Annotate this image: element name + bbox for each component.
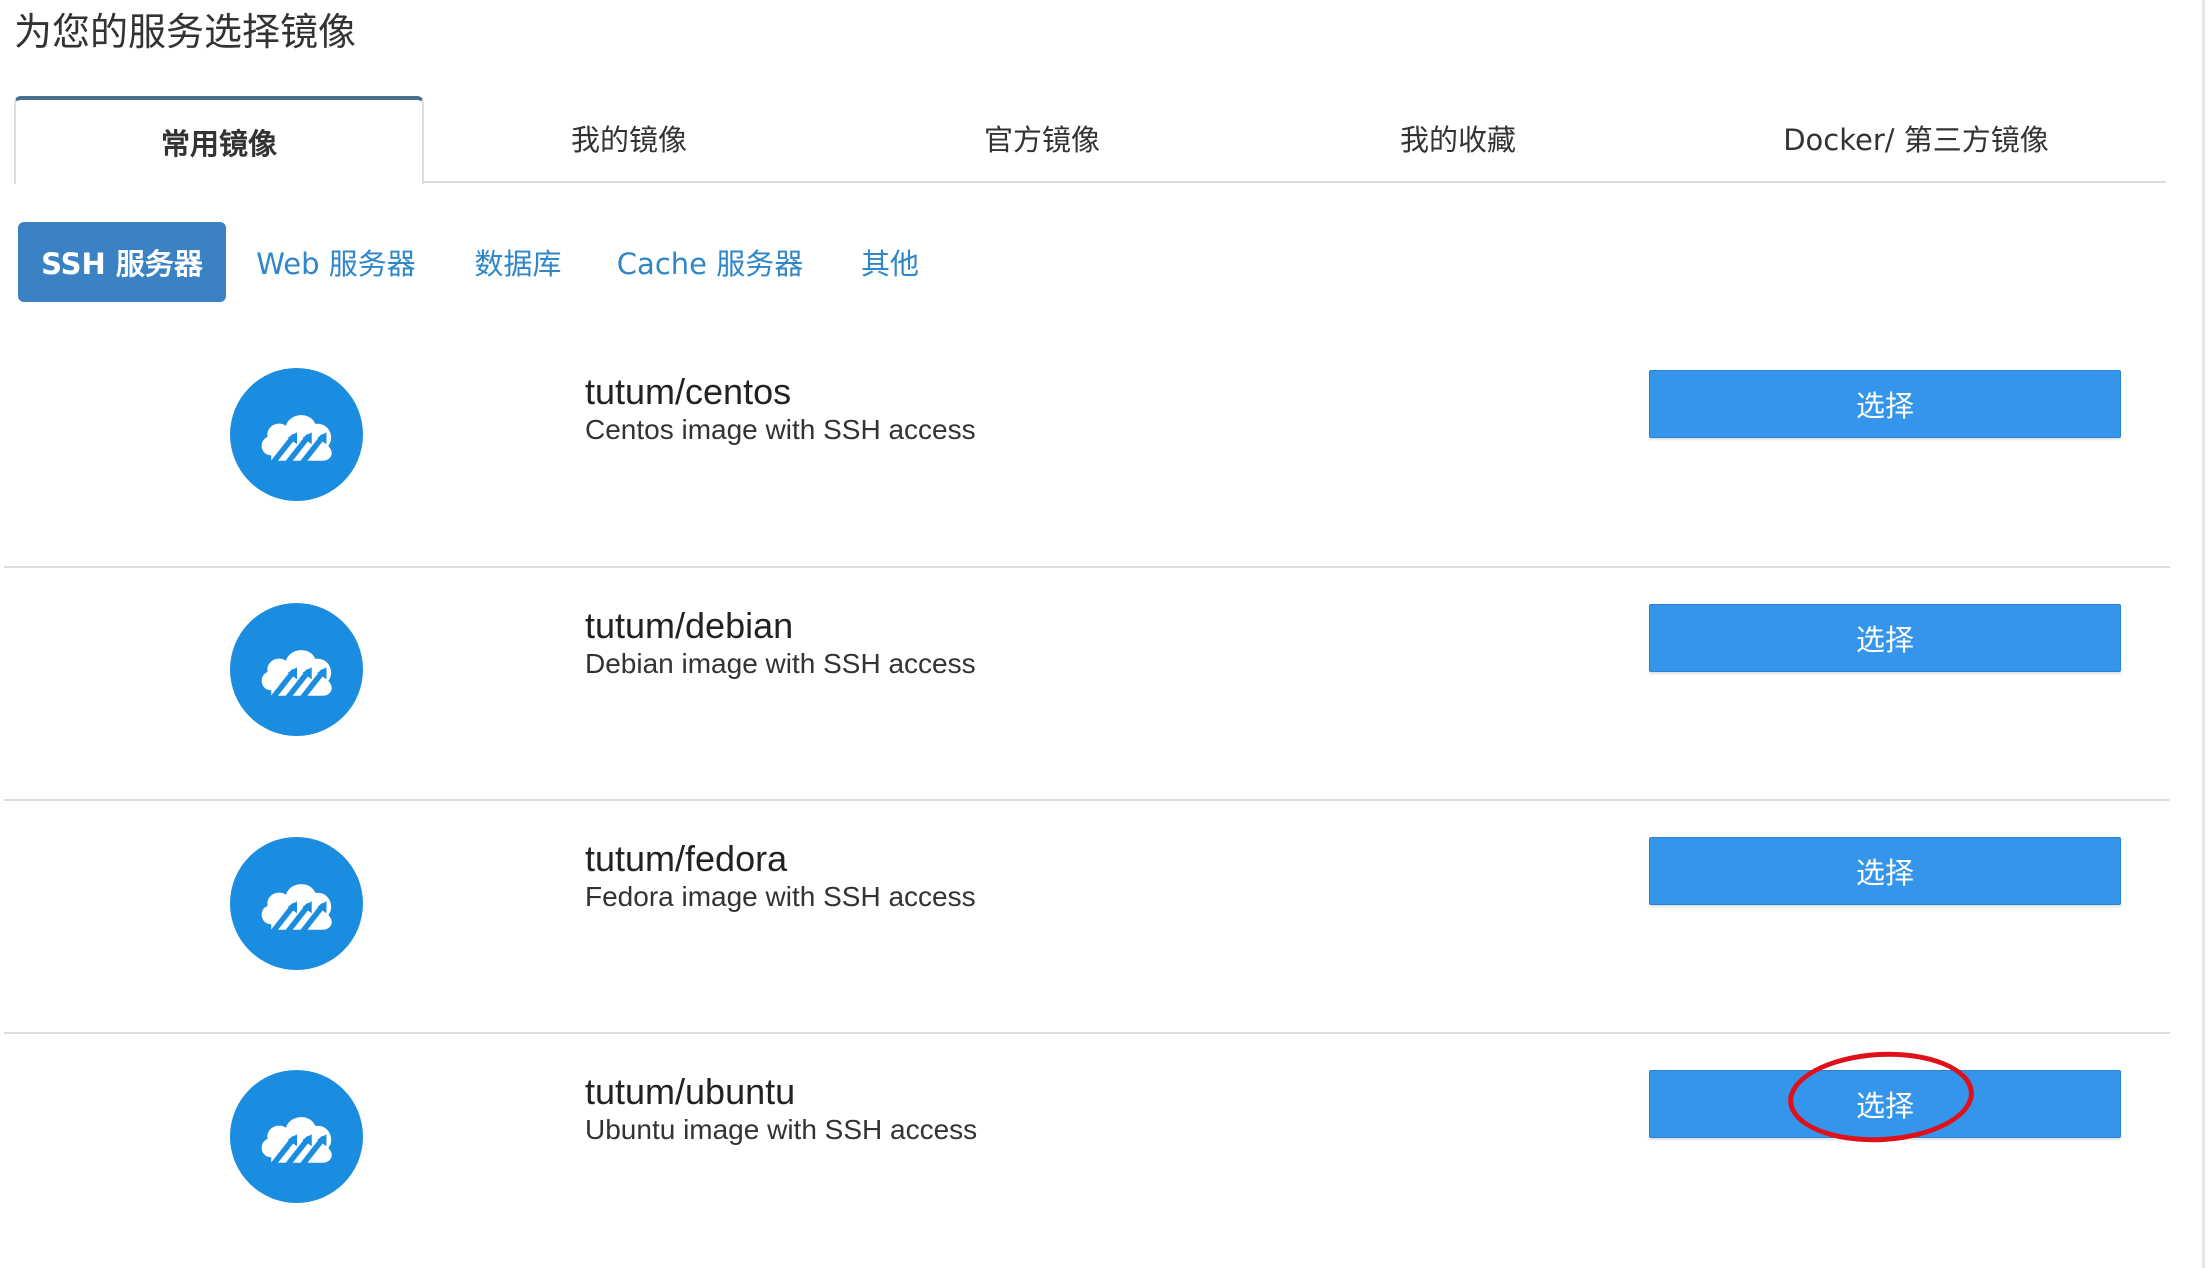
tutum-cloud-icon	[230, 1070, 363, 1203]
select-button[interactable]: 选择	[1649, 370, 2121, 438]
tab-my-images[interactable]: 我的镜像	[424, 96, 834, 180]
image-name: tutum/ubuntu	[585, 1071, 796, 1112]
page-title: 为您的服务选择镜像	[14, 10, 357, 54]
page-edge-divider	[2202, 0, 2205, 1268]
category-web-servers[interactable]: Web 服务器	[248, 222, 424, 302]
tutum-cloud-icon	[230, 603, 363, 736]
tutum-cloud-icon	[230, 368, 363, 501]
category-others[interactable]: 其他	[844, 222, 936, 302]
cloud-arrows-glyph	[261, 649, 332, 700]
cloud-arrows-glyph	[261, 1116, 332, 1167]
image-description: Debian image with SSH access	[585, 648, 976, 679]
tutum-cloud-icon	[230, 837, 363, 970]
image-row: tutum/ubuntu Ubuntu image with SSH acces…	[4, 1032, 2170, 1264]
select-button[interactable]: 选择	[1649, 837, 2121, 905]
image-row: tutum/centos Centos image with SSH acces…	[4, 332, 2170, 564]
image-row: tutum/debian Debian image with SSH acces…	[4, 566, 2170, 798]
category-cache-servers[interactable]: Cache 服务器	[612, 222, 808, 302]
tab-my-favorites[interactable]: 我的收藏	[1250, 96, 1666, 180]
tab-official-images[interactable]: 官方镜像	[834, 96, 1250, 180]
image-description: Ubuntu image with SSH access	[585, 1114, 978, 1145]
image-description: Centos image with SSH access	[585, 414, 976, 445]
cloud-arrows-glyph	[261, 883, 332, 934]
image-description: Fedora image with SSH access	[585, 881, 976, 912]
cloud-arrows-glyph	[261, 414, 332, 465]
image-name: tutum/debian	[585, 605, 794, 646]
category-ssh-servers[interactable]: SSH 服务器	[18, 222, 226, 302]
image-source-tabs: 常用镜像 我的镜像 官方镜像 我的收藏 Docker/ 第三方镜像	[14, 96, 2166, 184]
tab-docker-third-party[interactable]: Docker/ 第三方镜像	[1666, 96, 2166, 180]
select-button[interactable]: 选择	[1649, 604, 2121, 672]
category-databases[interactable]: 数据库	[460, 222, 576, 302]
image-row: tutum/fedora Fedora image with SSH acces…	[4, 799, 2170, 1031]
image-name: tutum/fedora	[585, 838, 788, 879]
select-button[interactable]: 选择	[1649, 1070, 2121, 1138]
image-name: tutum/centos	[585, 371, 792, 412]
tab-common-images[interactable]: 常用镜像	[14, 96, 424, 184]
